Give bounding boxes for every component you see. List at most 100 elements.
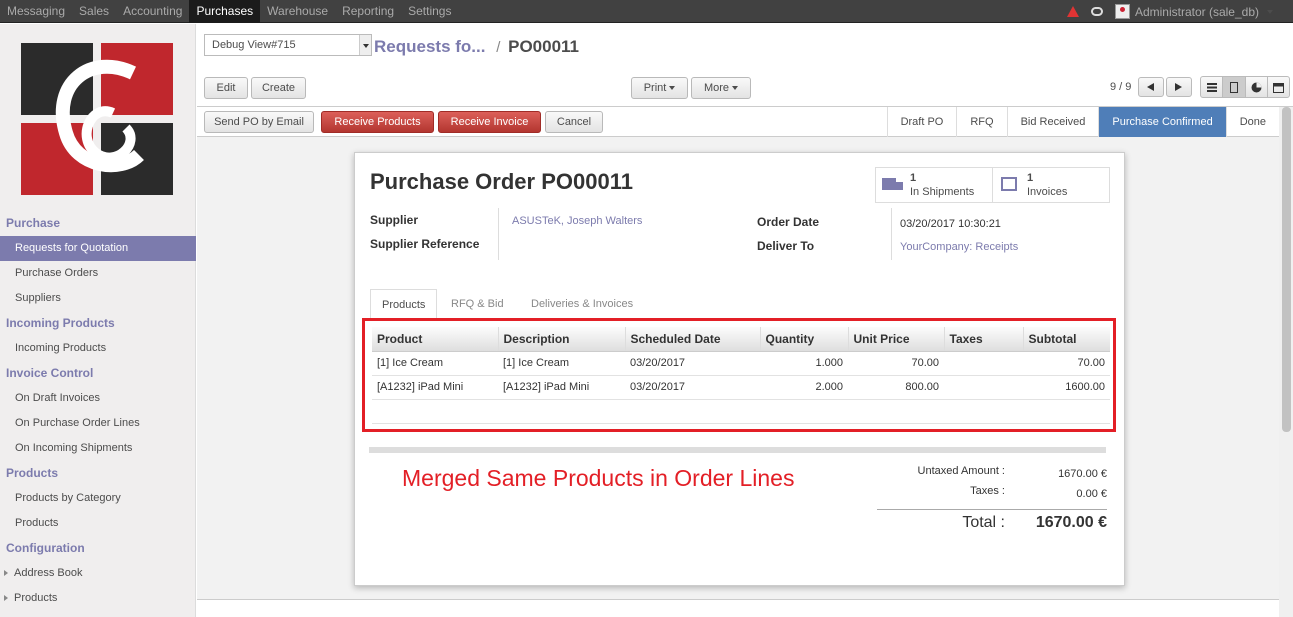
sidebar-item-products[interactable]: Products (0, 511, 196, 536)
total-divider (877, 509, 1107, 510)
receive-products-button[interactable]: Receive Products (321, 111, 434, 133)
sidebar-item-on-draft-invoices[interactable]: On Draft Invoices (0, 386, 196, 411)
sidebar-item-on-purchase-order-lines[interactable]: On Purchase Order Lines (0, 411, 196, 436)
menu-messaging[interactable]: Messaging (0, 0, 72, 23)
cell-description: [A1232] iPad Mini (498, 375, 625, 400)
menu-reporting[interactable]: Reporting (335, 0, 401, 23)
sidebar-header-invoice-control: Invoice Control (6, 366, 94, 380)
col-product[interactable]: Product (372, 327, 498, 352)
edit-button[interactable]: Edit (204, 77, 248, 99)
form-view-button[interactable] (1223, 77, 1246, 97)
stage-purchase-confirmed: Purchase Confirmed (1098, 107, 1226, 137)
list-view-button[interactable] (1201, 77, 1224, 97)
debug-view-select[interactable]: Debug View#715 (204, 34, 372, 56)
menu-accounting[interactable]: Accounting (116, 0, 189, 23)
warning-icon[interactable] (1066, 6, 1079, 17)
shipments-smart-button[interactable]: 1 In Shipments (875, 167, 993, 203)
top-right-tray: Administrator (sale_db) (1066, 0, 1273, 23)
cell-date: 03/20/2017 (625, 351, 760, 376)
col-subtotal[interactable]: Subtotal (1022, 327, 1110, 352)
field-divider (891, 208, 892, 260)
pie-chart-icon (1251, 82, 1262, 92)
sidebar-header-products: Products (6, 466, 59, 480)
col-description[interactable]: Description (497, 327, 625, 352)
col-scheduled-date[interactable]: Scheduled Date (624, 327, 760, 352)
tab-products[interactable]: Products (370, 289, 438, 319)
control-panel: Debug View#715 Requests fo... / PO00011 … (197, 24, 1293, 107)
print-label: Print (643, 82, 667, 94)
col-quantity[interactable]: Quantity (759, 327, 848, 352)
col-unit-price[interactable]: Unit Price (847, 327, 944, 352)
list-icon (1206, 82, 1217, 92)
tab-deliveries-invoices[interactable]: Deliveries & Invoices (520, 289, 644, 319)
sidebar-item-address-book[interactable]: Address Book (0, 561, 196, 586)
graph-view-button[interactable] (1246, 77, 1268, 97)
cell-product: [1] Ice Cream (372, 351, 498, 376)
pager-next-button[interactable] (1166, 77, 1192, 97)
taxes-value: 0.00 € (1076, 488, 1107, 500)
sidebar-header-incoming-products: Incoming Products (6, 316, 115, 330)
user-menu[interactable]: Administrator (sale_db) (1114, 4, 1273, 19)
invoices-label: Invoices (1027, 186, 1068, 198)
sidebar: Purchase Requests for Quotation Purchase… (0, 24, 196, 617)
caret-down-icon (666, 82, 675, 94)
pager-previous-button[interactable] (1138, 77, 1164, 97)
vertical-scrollbar[interactable] (1279, 107, 1293, 617)
col-taxes[interactable]: Taxes (943, 327, 1023, 352)
tab-rfq-bid[interactable]: RFQ & Bid (440, 289, 515, 319)
shipments-count: 1 (910, 172, 917, 184)
chat-icon[interactable] (1090, 7, 1103, 16)
view-switcher (1200, 76, 1290, 98)
status-stages: Draft PO RFQ Bid Received Purchase Confi… (886, 107, 1279, 137)
highlighted-order-lines: Product Description Scheduled Date Quant… (362, 318, 1116, 432)
user-name: Administrator (sale_db) (1134, 4, 1259, 19)
sidebar-item-config-products[interactable]: Products (0, 586, 196, 611)
order-date-label: Order Date (757, 215, 820, 229)
deliver-to-field[interactable]: YourCompany: Receipts (900, 241, 1018, 253)
arrow-left-icon (1147, 83, 1154, 91)
table-row[interactable]: [1] Ice Cream [1] Ice Cream 03/20/2017 1… (372, 351, 1110, 376)
caret-right-icon (4, 595, 8, 601)
stage-done: Done (1225, 107, 1279, 137)
menu-warehouse[interactable]: Warehouse (260, 0, 335, 23)
sidebar-item-products-by-category[interactable]: Products by Category (0, 486, 196, 511)
calendar-view-button[interactable] (1268, 77, 1289, 97)
send-po-by-email-button[interactable]: Send PO by Email (204, 111, 314, 133)
sidebar-item-on-incoming-shipments[interactable]: On Incoming Shipments (0, 436, 196, 461)
stage-bid-received: Bid Received (1006, 107, 1099, 137)
menu-settings[interactable]: Settings (401, 0, 458, 23)
chatter-area (197, 599, 1293, 617)
sidebar-item-suppliers[interactable]: Suppliers (0, 286, 196, 311)
print-button[interactable]: Print (631, 77, 688, 99)
sidebar-item-requests-for-quotation[interactable]: Requests for Quotation (0, 236, 196, 261)
invoices-smart-button[interactable]: 1 Invoices (992, 167, 1110, 203)
total-label: Total : (962, 514, 1005, 531)
debug-view-value: Debug View#715 (212, 39, 296, 51)
title-number: PO00011 (541, 169, 633, 194)
more-button[interactable]: More (691, 77, 751, 99)
cell-subtotal: 1600.00 (1023, 375, 1110, 400)
sidebar-item-purchase-orders[interactable]: Purchase Orders (0, 261, 196, 286)
scrollbar-thumb[interactable] (1282, 107, 1291, 432)
breadcrumb-link[interactable]: Requests fo... (374, 37, 485, 56)
caret-right-icon (4, 570, 8, 576)
deliver-to-label: Deliver To (757, 239, 815, 253)
cell-product: [A1232] iPad Mini (372, 375, 498, 400)
sidebar-item-label: Address Book (14, 567, 83, 579)
sidebar-item-incoming-products[interactable]: Incoming Products (0, 336, 196, 361)
taxes-label: Taxes : (970, 485, 1005, 497)
cell-description: [1] Ice Cream (498, 351, 625, 376)
supplier-field[interactable]: ASUSTeK, Joseph Walters (512, 215, 642, 227)
cancel-button[interactable]: Cancel (545, 111, 603, 133)
sidebar-item-label: Products (14, 592, 58, 604)
invoices-count: 1 (1027, 172, 1034, 184)
receive-invoice-button[interactable]: Receive Invoice (438, 111, 541, 133)
order-lines-table: Product Description Scheduled Date Quant… (372, 327, 1110, 424)
breadcrumb-separator: / (496, 39, 501, 56)
menu-sales[interactable]: Sales (72, 0, 116, 23)
create-button[interactable]: Create (251, 77, 306, 99)
table-row[interactable]: [A1232] iPad Mini [A1232] iPad Mini 03/2… (372, 375, 1110, 400)
form-icon (1229, 81, 1238, 93)
cell-date: 03/20/2017 (625, 375, 760, 400)
menu-purchases[interactable]: Purchases (189, 0, 261, 23)
